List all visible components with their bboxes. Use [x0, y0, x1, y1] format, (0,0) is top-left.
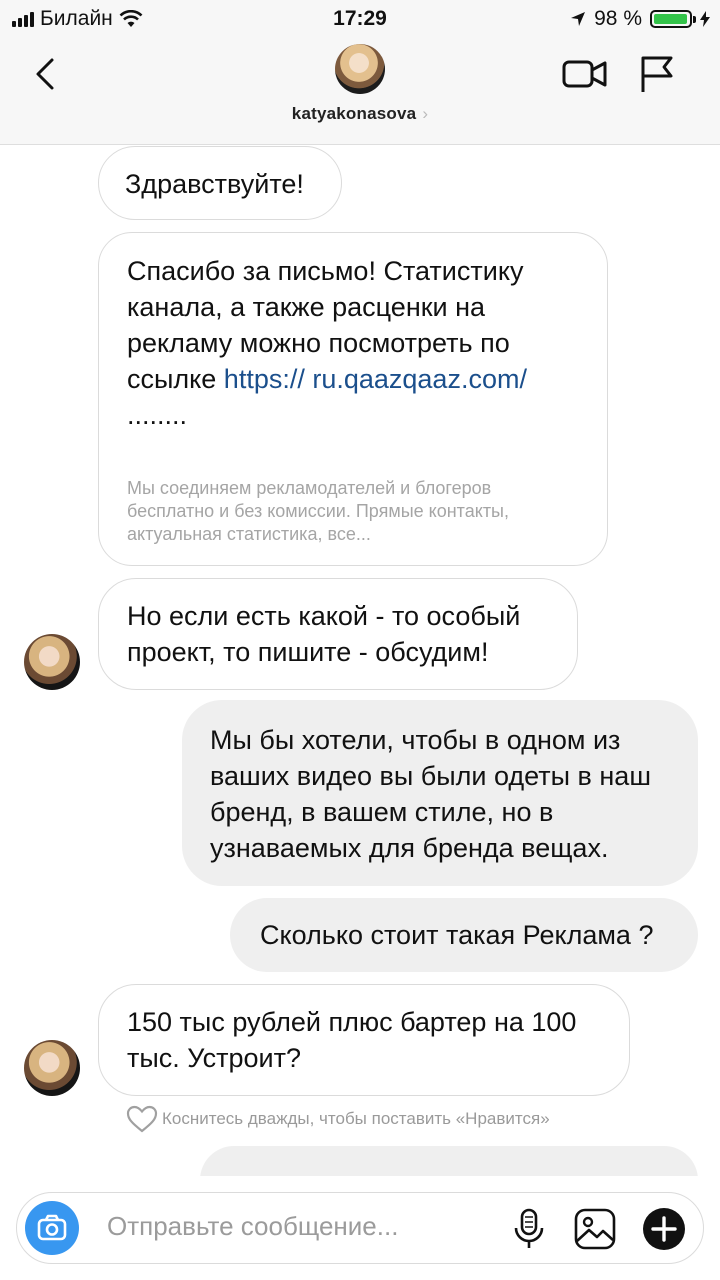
battery-percent: 98 % — [594, 7, 642, 30]
message-text: Здравствуйте! — [125, 169, 304, 199]
message-text: Сколько стоит такая Реклама ? — [260, 920, 654, 950]
message-suffix: ........ — [127, 400, 188, 430]
message-bubble-incoming[interactable]: 150 тыс рублей плюс бартер на 100 тыс. У… — [98, 984, 630, 1096]
charging-icon — [700, 11, 710, 27]
message-placeholder[interactable]: Отправьте сообщение... — [107, 1211, 398, 1242]
username-text: katyakonasova — [291, 104, 417, 123]
video-camera-icon[interactable] — [562, 56, 608, 92]
message-bubble-incoming[interactable]: Но если есть какой - то особый проект, т… — [98, 578, 578, 690]
composer-bar: Отправьте сообщение... — [0, 1176, 720, 1280]
message-bubble-incoming-link[interactable]: Спасибо за письмо! Статистику канала, а … — [98, 232, 608, 566]
plus-circle-icon[interactable] — [641, 1206, 687, 1252]
message-input[interactable]: Отправьте сообщение... — [16, 1192, 704, 1264]
message-bubble-outgoing[interactable]: Мы бы хотели, чтобы в одном из ваших вид… — [182, 700, 698, 886]
like-hint-text: Коснитесь дважды, чтобы поставить «Нрави… — [162, 1109, 550, 1128]
chat-header: katyakonasova › — [0, 38, 720, 145]
message-bubble-incoming[interactable]: Здравствуйте! — [98, 146, 342, 220]
sender-avatar[interactable] — [24, 1040, 80, 1096]
camera-icon — [37, 1214, 67, 1241]
image-icon[interactable] — [573, 1207, 617, 1251]
message-text: Мы бы хотели, чтобы в одном из ваших вид… — [210, 725, 651, 863]
sender-avatar[interactable] — [24, 634, 80, 690]
battery-icon — [650, 10, 696, 28]
flag-icon[interactable] — [638, 54, 676, 94]
status-bar: Билайн 17:29 98 % — [0, 0, 720, 38]
header-username[interactable]: katyakonasova › — [0, 104, 720, 124]
microphone-icon[interactable] — [509, 1207, 549, 1251]
status-right: 98 % — [570, 7, 710, 31]
header-avatar[interactable] — [335, 44, 385, 94]
camera-button[interactable] — [25, 1201, 79, 1255]
location-arrow-icon — [571, 12, 586, 26]
message-bubble-outgoing[interactable]: Сколько стоит такая Реклама ? — [230, 898, 698, 972]
heart-icon[interactable] — [126, 1104, 158, 1134]
like-hint: Коснитесь дважды, чтобы поставить «Нрави… — [126, 1104, 550, 1134]
message-text: 150 тыс рублей плюс бартер на 100 тыс. У… — [127, 1007, 577, 1073]
link-preview-text[interactable]: Мы соединяем рекламодателей и блогеров б… — [127, 477, 579, 546]
chevron-right-icon: › — [422, 104, 429, 123]
message-text: Но если есть какой - то особый проект, т… — [127, 601, 521, 667]
chevron-left-icon[interactable] — [28, 54, 68, 94]
message-link[interactable]: https:// ru.qaazqaaz.com/ — [224, 364, 527, 394]
